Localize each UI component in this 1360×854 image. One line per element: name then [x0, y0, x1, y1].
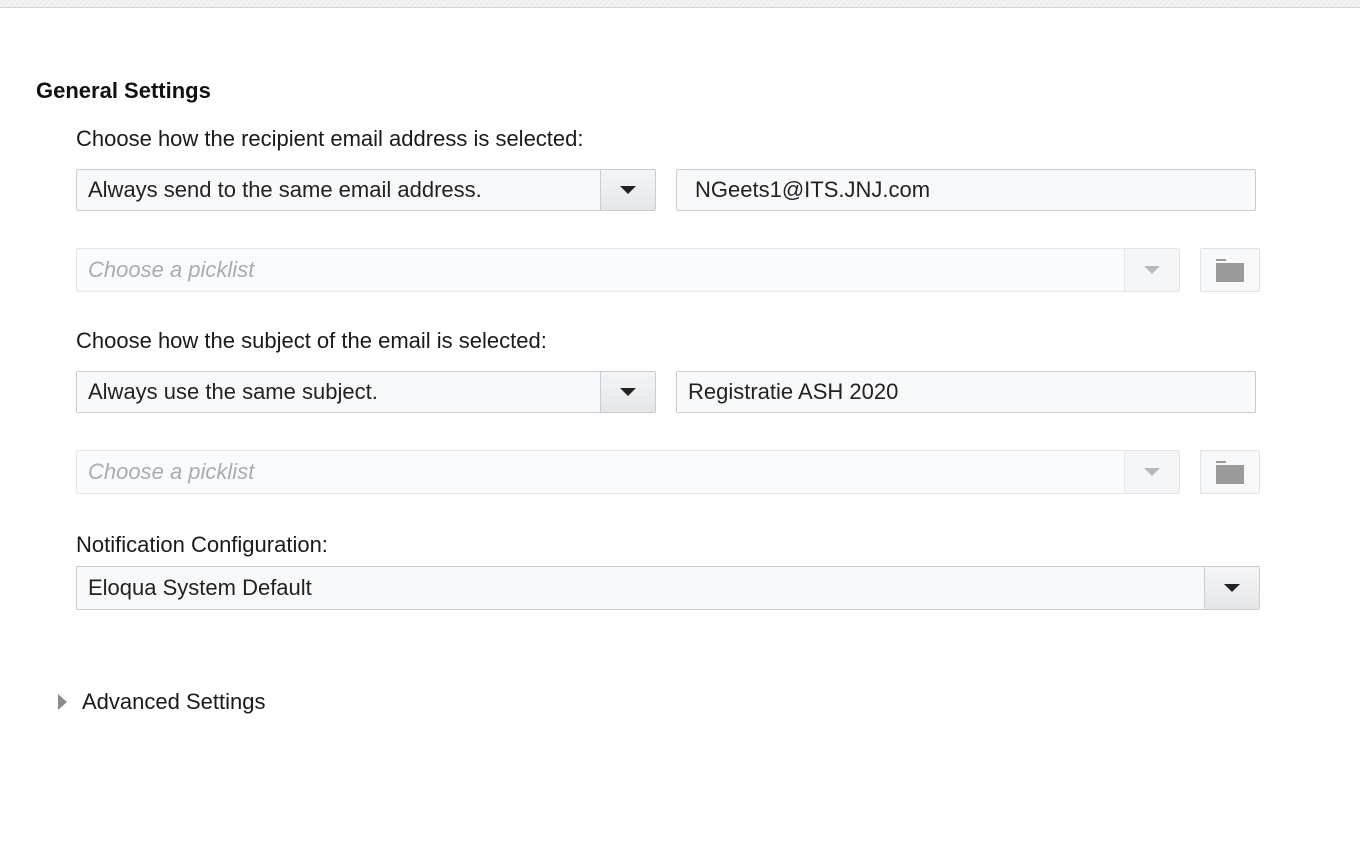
advanced-settings-label: Advanced Settings — [82, 689, 266, 714]
folder-icon — [1216, 259, 1244, 282]
recipient-picklist-browse-button[interactable] — [1200, 248, 1260, 292]
subject-mode-select[interactable]: Always use the same subject. — [76, 371, 656, 413]
subject-input[interactable] — [676, 371, 1256, 413]
subject-mode-dropdown-button[interactable] — [600, 372, 655, 412]
recipient-picklist-dropdown-button[interactable] — [1124, 249, 1179, 291]
folder-icon — [1216, 461, 1244, 484]
recipient-mode-dropdown-button[interactable] — [600, 170, 655, 210]
subject-picklist-dropdown-button[interactable] — [1124, 451, 1179, 493]
notification-label: Notification Configuration: — [76, 532, 328, 557]
caret-down-icon — [1224, 584, 1240, 592]
top-edge-divider — [0, 0, 1360, 8]
notification-config-value: Eloqua System Default — [88, 575, 312, 600]
subject-picklist-browse-button[interactable] — [1200, 450, 1260, 494]
caret-down-icon — [1144, 266, 1160, 274]
subject-picklist-select[interactable]: Choose a picklist — [76, 450, 1180, 494]
caret-right-icon — [58, 694, 67, 710]
general-settings-heading: General Settings — [36, 78, 211, 103]
recipient-label: Choose how the recipient email address i… — [76, 126, 584, 151]
recipient-picklist-placeholder: Choose a picklist — [88, 257, 255, 282]
notification-config-select[interactable]: Eloqua System Default — [76, 566, 1260, 610]
caret-down-icon — [620, 388, 636, 396]
subject-picklist-placeholder: Choose a picklist — [88, 459, 255, 484]
notification-config-dropdown-button[interactable] — [1204, 567, 1259, 609]
recipient-mode-value: Always send to the same email address. — [88, 177, 482, 202]
subject-mode-value: Always use the same subject. — [88, 379, 378, 404]
subject-label: Choose how the subject of the email is s… — [76, 328, 547, 353]
advanced-settings-toggle[interactable]: Advanced Settings — [58, 688, 265, 716]
caret-down-icon — [620, 186, 636, 194]
caret-down-icon — [1144, 468, 1160, 476]
recipient-picklist-select[interactable]: Choose a picklist — [76, 248, 1180, 292]
recipient-email-input[interactable] — [676, 169, 1256, 211]
recipient-mode-select[interactable]: Always send to the same email address. — [76, 169, 656, 211]
